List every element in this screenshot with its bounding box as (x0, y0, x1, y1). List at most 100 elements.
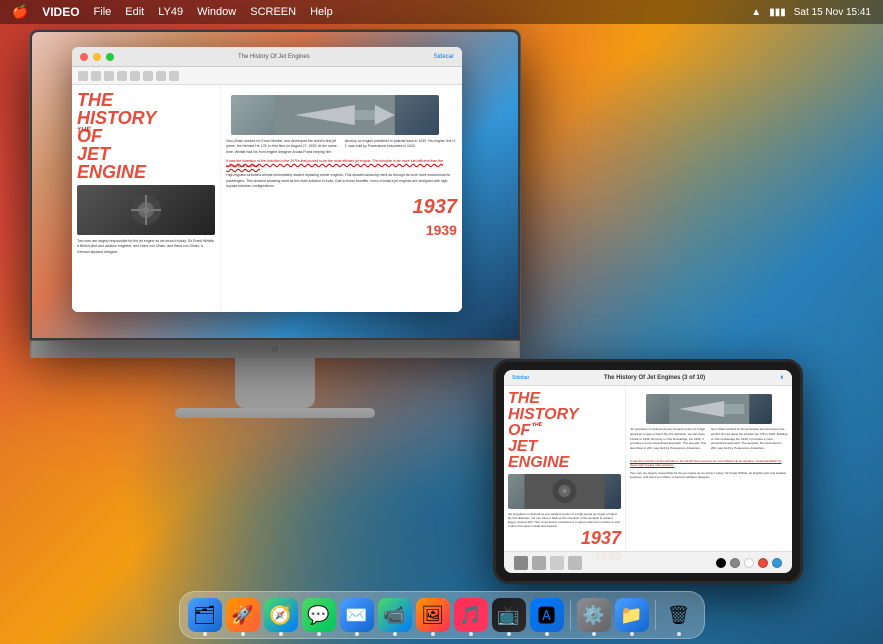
lasso-tool[interactable] (568, 556, 582, 570)
menu-window[interactable]: Window (197, 6, 236, 18)
menu-file[interactable]: File (94, 6, 112, 18)
year-stamp-2: 1939 (226, 221, 457, 241)
dock: 🗂 🚀 🧭 💬 ✉️ 📹 🖼 🎵 📺 🅰 ⚙️ 📁 🗑 (179, 591, 705, 639)
menubar: 🍎 VIDEO File Edit LY49 Window SCREEN Hel… (0, 0, 883, 24)
toolbar-btn-2[interactable] (91, 71, 101, 81)
menu-help[interactable]: Help (310, 6, 333, 18)
dock-messages[interactable]: 💬 (302, 598, 336, 632)
dock-separator-2 (655, 600, 656, 630)
dock-mail[interactable]: ✉️ (340, 598, 374, 632)
doc-right-column: Non-Ohain worked for Ernst Heinkel, and … (220, 85, 462, 312)
dock-photos[interactable]: 🖼 (416, 598, 450, 632)
ipad-sidebar-button[interactable]: Sidebar (512, 375, 529, 381)
dock-trash[interactable]: 🗑 (662, 598, 696, 632)
dock-separator (570, 600, 571, 630)
battery-icon: ▮▮▮ (769, 7, 786, 18)
ipad-nav-title: The History Of Jet Engines (3 of 10) (604, 375, 705, 381)
color-gray[interactable] (730, 558, 740, 568)
ipad-right-column: Jet propulsion is defined as any forward… (625, 386, 792, 554)
marker-tool[interactable] (532, 556, 546, 570)
toolbar-btn-4[interactable] (117, 71, 127, 81)
ipad-title-jet: JET (508, 439, 621, 455)
imac: The History Of Jet Engines Sidecar (30, 30, 520, 418)
close-button[interactable] (80, 53, 88, 61)
dock-appstore[interactable]: 🅰 (530, 598, 564, 632)
ipad-main-title: THE HISTORY OF The JET ENGINE (508, 391, 621, 471)
doc-engine-image (77, 185, 215, 235)
menu-screen[interactable]: SCREEN (250, 6, 296, 18)
ipad-body-right: Jet propulsion is defined as any forward… (630, 427, 788, 456)
imac-stand-neck (235, 358, 315, 408)
dock-tv[interactable]: 📺 (492, 598, 526, 632)
annotation-the: The (77, 126, 92, 134)
menu-ly49[interactable]: LY49 (158, 6, 183, 18)
window-titlebar: The History Of Jet Engines Sidecar (72, 47, 462, 67)
ipad-screen[interactable]: Sidebar The History Of Jet Engines (3 of… (504, 370, 792, 573)
ipad-left-column: THE HISTORY OF The JET ENGINE (504, 386, 625, 554)
minimize-button[interactable] (93, 53, 101, 61)
color-swatches (716, 558, 782, 568)
toolbar-btn-7[interactable] (156, 71, 166, 81)
doc-right-text: Non-Ohain worked for Ernst Heinkel, and … (226, 139, 456, 154)
color-white[interactable] (744, 558, 754, 568)
imac-chin: ⊙ (30, 340, 520, 358)
imac-wallpaper: The History Of Jet Engines Sidecar (32, 32, 518, 338)
dock-facetime[interactable]: 📹 (378, 598, 412, 632)
eraser-tool[interactable] (550, 556, 564, 570)
ipad-title-the: THE (508, 391, 621, 407)
title-history: HISTORY (77, 109, 215, 127)
color-black[interactable] (716, 558, 726, 568)
dock-finder[interactable]: 🗂 (188, 598, 222, 632)
datetime: Sat 15 Nov 15:41 (794, 7, 871, 18)
toolbar-btn-8[interactable] (169, 71, 179, 81)
doc-main-title: THE HISTORY OF The JET ENGINE (77, 91, 215, 181)
ipad-bottom-toolbar (504, 551, 792, 573)
ipad-body-left: Jet propulsion is defined as any forward… (508, 512, 621, 528)
menubar-left: 🍎 VIDEO File Edit LY49 Window SCREEN Hel… (12, 4, 333, 20)
ipad: Sidebar The History Of Jet Engines (3 of… (493, 359, 803, 584)
maximize-button[interactable] (106, 53, 114, 61)
dock-system-prefs[interactable]: ⚙️ (577, 598, 611, 632)
title-jet: JET (77, 145, 215, 163)
ipad-titlebar: Sidebar The History Of Jet Engines (3 of… (504, 370, 792, 386)
desktop: 🍎 VIDEO File Edit LY49 Window SCREEN Hel… (0, 0, 883, 644)
dock-folder[interactable]: 📁 (615, 598, 649, 632)
title-the: THE (77, 91, 215, 109)
document-content: THE HISTORY OF The JET ENGINE (72, 85, 462, 312)
doc-body-bottom: High-bypass turbofans almost immediately… (226, 173, 457, 189)
dock-launchpad[interactable]: 🚀 (226, 598, 260, 632)
ipad-year: 1937 (508, 528, 621, 549)
ipad-annotation-the: The (532, 423, 542, 429)
ipad-engine-image (508, 474, 621, 509)
title-engine: ENGINE (77, 163, 215, 181)
pen-tool[interactable] (514, 556, 528, 570)
doc-underlined-text: It was the invention of the turbofan in … (226, 159, 457, 170)
dock-music[interactable]: 🎵 (454, 598, 488, 632)
ipad-body-bottom: Two men are largely responsible for the … (630, 471, 788, 480)
toolbar-btn-1[interactable] (78, 71, 88, 81)
doc-body-text-1: Two men are largely responsible for the … (77, 239, 215, 255)
wifi-icon: ▲ (751, 7, 761, 18)
apple-menu[interactable]: 🍎 (12, 4, 28, 20)
color-red[interactable] (758, 558, 768, 568)
ipad-title-history: HISTORY (508, 407, 621, 423)
toolbar-btn-6[interactable] (143, 71, 153, 81)
doc-left-column: THE HISTORY OF The JET ENGINE (72, 85, 220, 312)
year-stamp: 1937 (226, 193, 457, 221)
sidecar-label[interactable]: Sidecar (434, 54, 454, 60)
menu-edit[interactable]: Edit (125, 6, 144, 18)
imac-screen: The History Of Jet Engines Sidecar (30, 30, 520, 340)
imac-stand-base (175, 408, 375, 418)
document-toolbar (72, 67, 462, 85)
ipad-title-of: OF (508, 423, 530, 439)
ipad-share-button[interactable]: ⬆ (780, 375, 784, 381)
document-window[interactable]: The History Of Jet Engines Sidecar (72, 47, 462, 312)
color-blue[interactable] (772, 558, 782, 568)
toolbar-btn-5[interactable] (130, 71, 140, 81)
app-name[interactable]: VIDEO (42, 5, 79, 19)
menubar-right: ▲ ▮▮▮ Sat 15 Nov 15:41 (751, 7, 871, 18)
toolbar-btn-3[interactable] (104, 71, 114, 81)
dock-safari[interactable]: 🧭 (264, 598, 298, 632)
ipad-title-engine: ENGINE (508, 455, 621, 471)
doc-plane-image (231, 95, 439, 135)
